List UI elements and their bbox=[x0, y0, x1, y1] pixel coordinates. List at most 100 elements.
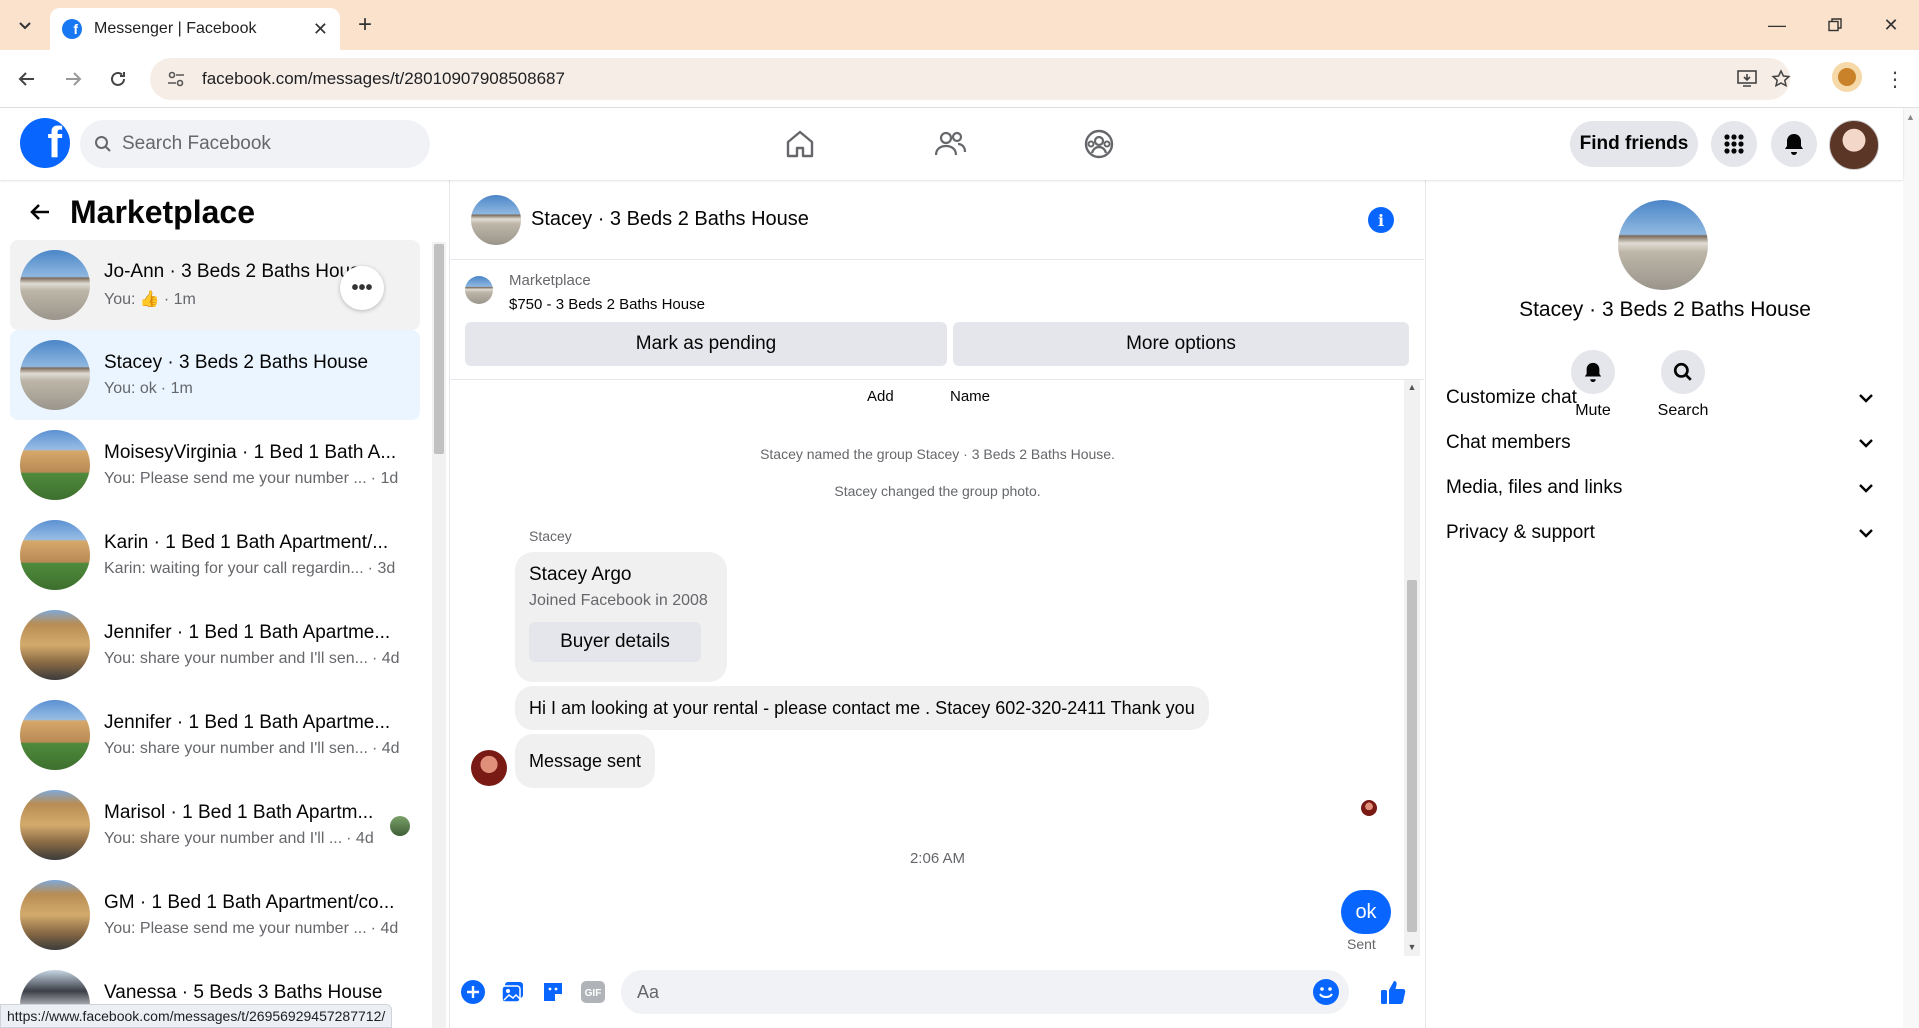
conversation-time: · 4d bbox=[346, 830, 374, 847]
conversation-item[interactable]: Stacey · 3 Beds 2 Baths House You: ok · 1m bbox=[10, 330, 420, 420]
new-tab-button[interactable]: + bbox=[352, 11, 378, 38]
plus-circle-icon[interactable] bbox=[459, 978, 487, 1006]
chat-pane: Stacey · 3 Beds 2 Baths House i Marketpl… bbox=[451, 180, 1424, 1028]
groups-icon bbox=[1084, 129, 1114, 159]
arrow-right-icon bbox=[66, 72, 82, 86]
mark-as-pending-button[interactable]: Mark as pending bbox=[465, 322, 947, 366]
more-options-button[interactable]: More options bbox=[953, 322, 1409, 366]
info-icon[interactable]: i bbox=[1368, 207, 1394, 233]
sticker-icon[interactable] bbox=[539, 978, 567, 1006]
info-section-2[interactable]: Media, files and links bbox=[1446, 468, 1876, 508]
conversation-name: MoisesyVirginia · 1 Bed 1 Bath A... bbox=[104, 442, 397, 463]
listing-title[interactable]: $750 - 3 Beds 2 Baths House bbox=[509, 296, 705, 313]
chevron-down-icon bbox=[1856, 388, 1876, 408]
arrow-left-icon bbox=[18, 72, 34, 86]
account-avatar[interactable] bbox=[1829, 120, 1879, 170]
scroll-down-icon[interactable]: ▼ bbox=[1406, 942, 1418, 954]
scroll-up-icon[interactable]: ▲ bbox=[1406, 382, 1418, 394]
facebook-search-input[interactable]: Search Facebook bbox=[80, 120, 430, 168]
find-friends-button[interactable]: Find friends bbox=[1570, 121, 1698, 167]
tab-search-button[interactable] bbox=[10, 10, 40, 40]
conversation-time: · 1d bbox=[370, 470, 399, 487]
conversation-name: Karin · 1 Bed 1 Bath Apartment/... bbox=[104, 532, 389, 553]
bell-icon bbox=[1785, 134, 1803, 155]
info-section-label: Privacy & support bbox=[1446, 522, 1595, 543]
friends-icon bbox=[934, 131, 967, 156]
notifications-button[interactable] bbox=[1771, 121, 1817, 167]
conversation-name: Stacey · 3 Beds 2 Baths House bbox=[104, 352, 369, 373]
conversation-name: Jennifer · 1 Bed 1 Bath Apartme... bbox=[104, 622, 391, 643]
bookmark-star-icon[interactable] bbox=[1770, 68, 1792, 90]
restore-button[interactable] bbox=[1810, 10, 1860, 40]
browser-toolbar: facebook.com/messages/t/2801090790850868… bbox=[0, 50, 1919, 108]
site-info-icon[interactable] bbox=[166, 69, 186, 89]
sender-avatar[interactable] bbox=[471, 750, 507, 786]
message-list: Add Name Stacey named the group Stacey ·… bbox=[451, 380, 1424, 956]
group-photo[interactable] bbox=[1618, 200, 1708, 290]
forward-button[interactable] bbox=[58, 64, 88, 94]
thumbs-up-icon[interactable] bbox=[1379, 978, 1407, 1006]
add-column-label: Add bbox=[867, 388, 894, 405]
chat-title[interactable]: Stacey · 3 Beds 2 Baths House bbox=[531, 208, 809, 231]
info-section-3[interactable]: Privacy & support bbox=[1446, 513, 1876, 553]
conversation-item[interactable]: Jo-Ann · 3 Beds 2 Baths House You: 👍 · 1m •… bbox=[10, 240, 420, 330]
conversation-item[interactable]: MoisesyVirginia · 1 Bed 1 Bath A... You: … bbox=[10, 420, 420, 510]
chrome-profile-icon[interactable] bbox=[1832, 62, 1862, 92]
conversation-list: Jo-Ann · 3 Beds 2 Baths House You: 👍 · 1m •… bbox=[10, 240, 420, 1028]
conversation-item[interactable]: Jennifer · 1 Bed 1 Bath Apartme... You: s… bbox=[10, 690, 420, 780]
browser-tab-bar: f Messenger | Facebook ✕ + — ✕ bbox=[0, 0, 1919, 50]
chevron-down-icon bbox=[1856, 478, 1876, 498]
conversation-thumbnail bbox=[20, 520, 90, 590]
back-arrow-icon[interactable] bbox=[20, 192, 60, 232]
gif-icon[interactable]: GIF bbox=[579, 978, 607, 1006]
browser-tab[interactable]: f Messenger | Facebook ✕ bbox=[50, 8, 340, 50]
conversation-item[interactable]: Jennifer · 1 Bed 1 Bath Apartme... You: s… bbox=[10, 600, 420, 690]
conversation-preview: You: Please send me your number ... bbox=[104, 920, 367, 937]
timestamp-separator: 2:06 AM bbox=[909, 850, 966, 867]
url-text: facebook.com/messages/t/2801090790850868… bbox=[202, 69, 565, 88]
page-scrollbar[interactable]: ▲ bbox=[1903, 108, 1919, 1028]
message-bubble[interactable]: Message sent bbox=[515, 734, 656, 788]
sent-status: Sent bbox=[1347, 936, 1376, 952]
address-bar[interactable]: facebook.com/messages/t/2801090790850868… bbox=[150, 58, 1792, 100]
conversation-preview: You: share your number and I'll ... bbox=[104, 830, 343, 847]
chrome-menu-icon[interactable]: ⋮ bbox=[1880, 64, 1910, 94]
my-message-bubble[interactable]: ok bbox=[1341, 890, 1391, 934]
conversation-item[interactable]: GM · 1 Bed 1 Bath Apartment/co... You: Pl… bbox=[10, 870, 420, 960]
info-section-1[interactable]: Chat members bbox=[1446, 423, 1876, 463]
search-icon bbox=[95, 136, 111, 152]
minimize-button[interactable]: — bbox=[1752, 10, 1802, 40]
groups-nav-button[interactable] bbox=[1077, 122, 1121, 166]
chat-info-panel: Stacey · 3 Beds 2 Baths House Mute Searc… bbox=[1425, 180, 1903, 1028]
close-window-button[interactable]: ✕ bbox=[1866, 10, 1916, 40]
listing-thumbnail[interactable] bbox=[465, 276, 493, 304]
close-tab-icon[interactable]: ✕ bbox=[313, 19, 328, 40]
emoji-icon[interactable] bbox=[1313, 979, 1339, 1005]
back-button[interactable] bbox=[12, 64, 42, 94]
install-app-icon[interactable] bbox=[1736, 68, 1758, 90]
sidebar-scrollbar[interactable] bbox=[432, 242, 446, 1028]
friends-nav-button[interactable] bbox=[928, 122, 972, 166]
message-bubble[interactable]: Hi I am looking at your rental - please … bbox=[515, 686, 1209, 730]
facebook-logo-icon[interactable]: f bbox=[20, 118, 70, 168]
photo-icon[interactable] bbox=[499, 978, 527, 1006]
buyer-details-button[interactable]: Buyer details bbox=[529, 622, 701, 662]
chat-avatar[interactable] bbox=[471, 194, 521, 245]
name-column-label: Name bbox=[950, 388, 991, 405]
seen-receipt-avatar bbox=[390, 816, 410, 836]
message-input[interactable]: Aa bbox=[621, 970, 1349, 1014]
reload-button[interactable] bbox=[103, 64, 133, 94]
seen-receipt-avatar bbox=[1361, 800, 1377, 816]
conversation-item[interactable]: Marisol · 1 Bed 1 Bath Apartm... You: sha… bbox=[10, 780, 420, 870]
conversation-name: GM · 1 Bed 1 Bath Apartment/co... bbox=[104, 892, 395, 913]
more-options-icon[interactable]: ••• bbox=[340, 266, 384, 310]
buyer-name: Stacey Argo bbox=[529, 564, 632, 585]
info-section-0[interactable]: Customize chat bbox=[1446, 378, 1876, 418]
info-section-label: Chat members bbox=[1446, 432, 1571, 453]
menu-button[interactable] bbox=[1711, 121, 1757, 167]
message-scrollbar[interactable]: ▲ ▼ bbox=[1404, 380, 1420, 956]
conversation-time: · 1m bbox=[163, 291, 196, 308]
home-nav-button[interactable] bbox=[778, 122, 822, 166]
home-icon bbox=[786, 130, 814, 158]
conversation-item[interactable]: Karin · 1 Bed 1 Bath Apartment/... Karin:… bbox=[10, 510, 420, 600]
